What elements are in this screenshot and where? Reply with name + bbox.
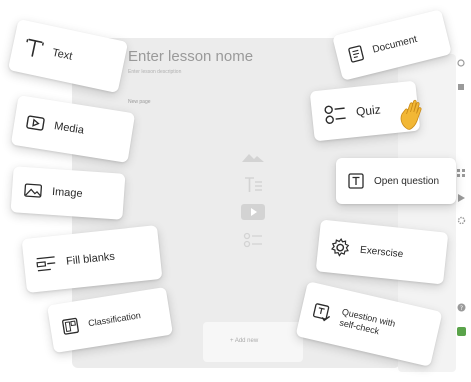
text-box-icon [348, 173, 364, 189]
fill-blanks-icon [35, 255, 57, 273]
gear-small-icon[interactable] [456, 215, 466, 225]
card-image-label: Image [51, 185, 83, 201]
classification-icon [61, 317, 79, 335]
play-icon [25, 115, 45, 132]
self-check-icon [311, 302, 333, 324]
card-media-label: Media [53, 120, 85, 137]
document-icon [347, 44, 364, 63]
card-text-label: Text [51, 46, 74, 63]
user-avatar-icon[interactable] [456, 326, 466, 336]
card-exercise-label: Exerscise [359, 244, 404, 260]
card-text[interactable]: Text [7, 18, 129, 94]
text-placeholder-icon [239, 176, 267, 194]
text-icon [23, 37, 45, 60]
square-icon[interactable] [456, 82, 466, 92]
grid-icon[interactable] [456, 168, 466, 178]
image-icon [24, 183, 43, 198]
page-label: New page [128, 99, 151, 105]
quiz-placeholder-icon [239, 232, 267, 248]
card-image[interactable]: Image [10, 166, 126, 220]
lesson-description-input[interactable]: Enter lesson description [128, 69, 181, 75]
card-quiz-label: Quiz [355, 102, 382, 119]
help-icon[interactable]: ? [456, 302, 466, 312]
card-open-question[interactable]: Open question [336, 158, 456, 204]
video-placeholder-icon [239, 204, 267, 220]
settings-small-icon[interactable] [456, 58, 466, 68]
lesson-title-input[interactable]: Enter lesson nome [128, 48, 253, 65]
svg-text:?: ? [459, 305, 462, 312]
gear-icon [329, 237, 351, 259]
card-question-self-check-text: Question with self-check [338, 307, 396, 341]
card-open-question-label: Open question [374, 175, 440, 187]
card-document-label: Document [371, 33, 419, 56]
card-fill-blanks-label: Fill blanks [65, 250, 116, 268]
card-classification-label: Classification [87, 310, 142, 329]
quiz-icon [323, 103, 347, 125]
play-small-icon[interactable] [456, 193, 466, 203]
waving-hand-icon [398, 98, 430, 137]
mountain-icon [239, 152, 267, 162]
add-new-button[interactable]: + Add new [230, 338, 258, 344]
